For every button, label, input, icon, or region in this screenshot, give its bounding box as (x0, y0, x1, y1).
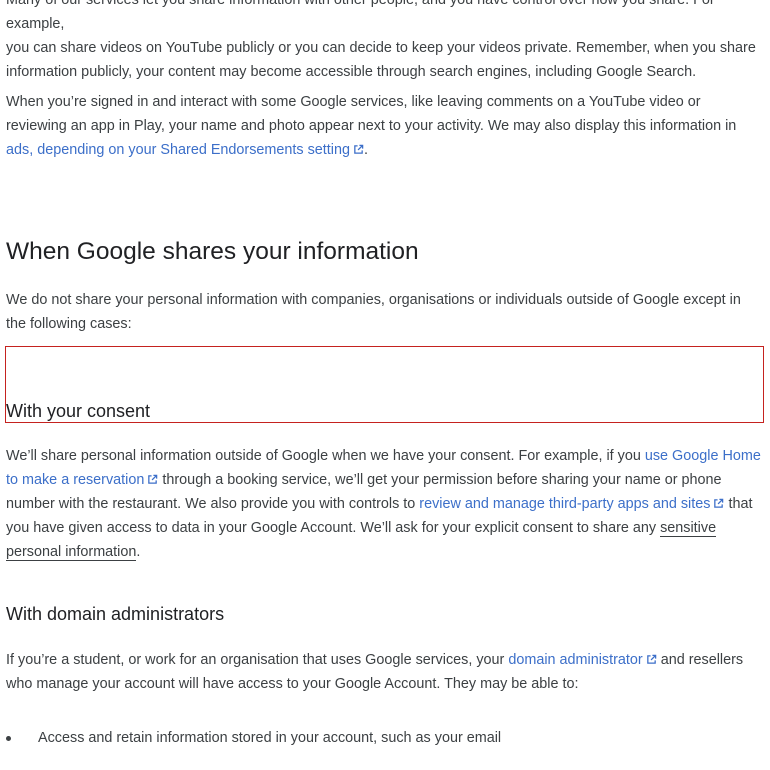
list-item-text: Access and retain information stored in … (38, 730, 502, 746)
sharing-intro-paragraph: We do not share your personal informatio… (6, 292, 741, 332)
domain-administrator-link[interactable]: domain administrator (508, 652, 656, 668)
paragraph-text: If you’re a student, or work for an orga… (6, 652, 509, 668)
list-item: Access and retain information stored in … (6, 726, 501, 750)
paragraph-text: We’ll share personal information outside… (6, 448, 645, 464)
consent-paragraph: We’ll share personal information outside… (6, 444, 764, 564)
admin-capabilities-list: Access and retain information stored in … (6, 726, 501, 750)
paragraph-text: When you’re signed in and interact with … (6, 94, 737, 134)
link-label: ads, depending on your Shared Endorsemen… (6, 142, 351, 158)
paragraph-text: . (136, 544, 141, 560)
external-link-icon (713, 498, 724, 509)
external-link-icon (646, 654, 657, 665)
paragraph-text: you can share videos on YouTube publicly… (6, 40, 756, 80)
link-label: review and manage third-party apps and s… (419, 496, 711, 512)
shared-endorsements-link[interactable]: ads, depending on your Shared Endorsemen… (6, 142, 364, 158)
section-heading-sharing: When Google shares your information (6, 238, 419, 265)
subheading-domain-admins: With domain administrators (6, 604, 225, 624)
link-label: domain administrator (508, 652, 643, 668)
external-link-icon (353, 144, 364, 155)
signed-in-activity-paragraph: When you’re signed in and interact with … (6, 90, 764, 162)
paragraph-text: . (364, 142, 369, 158)
external-link-icon (147, 474, 158, 485)
sharing-controls-paragraph: Many of our services let you share infor… (6, 0, 764, 84)
domain-admin-paragraph: If you’re a student, or work for an orga… (6, 648, 764, 696)
third-party-apps-link[interactable]: review and manage third-party apps and s… (419, 496, 724, 512)
subheading-with-consent: With your consent (6, 401, 151, 421)
bullet-icon (6, 736, 11, 741)
paragraph-text: Many of our services let you share infor… (6, 0, 715, 32)
